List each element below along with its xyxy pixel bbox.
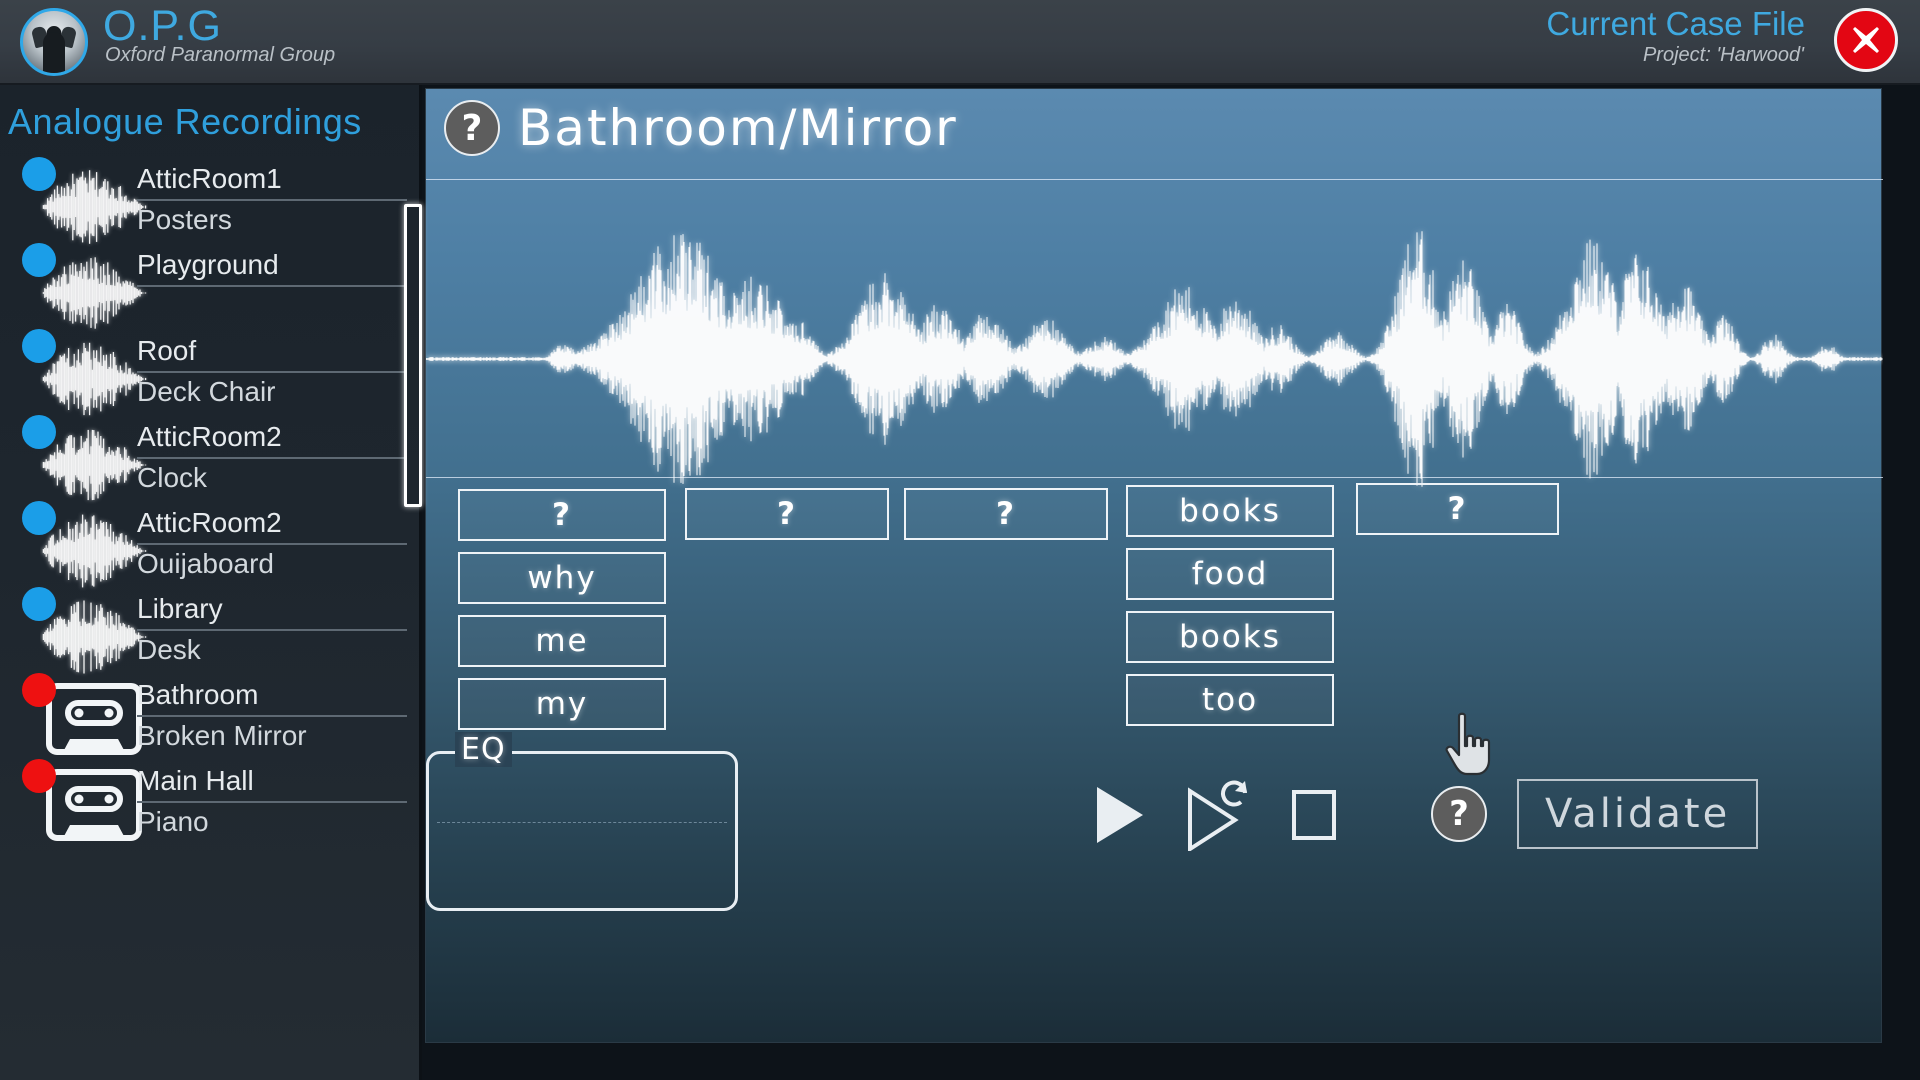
sidebar: Analogue Recordings AtticRoom1 Posters Pl… (0, 85, 422, 1080)
close-x-icon (1853, 27, 1879, 53)
word-column-3: ? (904, 488, 1108, 551)
close-button[interactable] (1834, 8, 1898, 72)
word-button[interactable]: too (1126, 674, 1334, 726)
eq-box[interactable]: EQ (426, 732, 738, 911)
cassette-icon (46, 683, 142, 755)
play-loop-icon[interactable] (1185, 779, 1251, 851)
ghost-hands-logo-icon (20, 8, 88, 76)
status-indicator-red (22, 673, 56, 707)
cassette-icon (46, 769, 142, 841)
validate-button[interactable]: Validate (1517, 779, 1759, 849)
word-column-5: ? (1356, 483, 1559, 546)
recording-title: Roof (137, 333, 407, 373)
recording-list-item[interactable]: AtticRoom2 Ouijaboard (0, 501, 419, 588)
transport-controls (1091, 779, 1339, 851)
stop-icon[interactable] (1289, 787, 1339, 843)
status-indicator-blue (22, 157, 56, 191)
recording-subtitle: Deck Chair (137, 376, 276, 407)
recording-title: AtticRoom1 (137, 161, 407, 201)
case-file-title: Current Case File (1546, 5, 1805, 42)
recording-subtitle: Posters (137, 204, 232, 235)
top-bar: O.P.G Oxford Paranormal Group Current Ca… (0, 0, 1920, 85)
recording-list-item[interactable]: AtticRoom2 Clock (0, 415, 419, 501)
word-column-1: ? why me my (458, 489, 666, 741)
recording-subtitle: Clock (137, 462, 208, 493)
validate-row: ? Validate (1431, 779, 1759, 849)
recording-title: Playground (137, 247, 407, 287)
word-button[interactable]: me (458, 615, 666, 667)
recording-list-item[interactable]: Main Hall Piano (0, 759, 419, 845)
status-indicator-red (22, 759, 56, 793)
word-button[interactable]: food (1126, 548, 1334, 600)
recording-labels: Playground (137, 247, 417, 287)
brand-subtitle: Oxford Paranormal Group (105, 44, 336, 66)
word-button[interactable]: books (1126, 611, 1334, 663)
recording-labels: Bathroom Broken Mirror (137, 677, 417, 755)
status-indicator-blue (22, 415, 56, 449)
status-indicator-blue (22, 243, 56, 277)
word-column-2: ? (685, 488, 889, 551)
recording-list-item[interactable]: AtticRoom1 Posters (0, 157, 419, 244)
status-indicator-blue (22, 501, 56, 535)
recording-title: Main Hall (137, 763, 407, 803)
playhead-handle[interactable] (404, 204, 422, 507)
main-panel: ? Bathroom/Mirror ? why me my ? ? books food… (404, 88, 1883, 1043)
word-button[interactable]: why (458, 552, 666, 604)
status-indicator-blue (22, 587, 56, 621)
word-button[interactable]: ? (1356, 483, 1559, 535)
word-button[interactable]: my (458, 678, 666, 730)
recording-list-item[interactable]: Roof Deck Chair (0, 329, 419, 416)
waveform-icon (42, 170, 147, 244)
recording-labels: AtticRoom2 Clock (137, 419, 417, 497)
play-icon[interactable] (1091, 783, 1147, 847)
recording-subtitle: Desk (137, 634, 201, 665)
panel-header: ? Bathroom/Mirror (444, 99, 958, 157)
recording-labels: Main Hall Piano (137, 763, 417, 841)
recording-list: AtticRoom1 Posters Playground Roof Deck Ch… (0, 157, 419, 845)
word-button[interactable]: ? (904, 488, 1108, 540)
recording-title: AtticRoom2 (137, 419, 407, 459)
recording-labels: Library Desk (137, 591, 417, 669)
recording-list-item[interactable]: Library Desk (0, 587, 419, 674)
recording-list-item[interactable]: Playground (0, 243, 419, 329)
recording-labels: Roof Deck Chair (137, 333, 417, 411)
word-column-4: books food books too (1126, 485, 1334, 737)
recording-labels: AtticRoom1 Posters (137, 161, 417, 239)
recording-subtitle: Piano (137, 806, 209, 837)
waveform-icon (42, 600, 147, 674)
status-indicator-blue (22, 329, 56, 363)
recording-subtitle: Broken Mirror (137, 720, 307, 751)
word-button[interactable]: ? (685, 488, 889, 540)
waveform-icon (42, 257, 147, 329)
eq-midline (437, 822, 727, 823)
case-file-project: Project: 'Harwood' (1642, 44, 1804, 66)
question-mark-icon[interactable]: ? (1431, 786, 1487, 842)
waveform-icon (42, 342, 147, 416)
sidebar-heading: Analogue Recordings (8, 101, 362, 142)
recording-title: AtticRoom2 (137, 505, 407, 545)
recording-labels: AtticRoom2 Ouijaboard (137, 505, 417, 583)
eq-label: EQ (455, 732, 512, 767)
page-title: Bathroom/Mirror (518, 99, 958, 157)
waveform-icon (42, 429, 147, 501)
question-mark-icon[interactable]: ? (444, 100, 500, 156)
recording-subtitle: Ouijaboard (137, 548, 274, 579)
recording-title: Library (137, 591, 407, 631)
app-root: O.P.G Oxford Paranormal Group Current Ca… (0, 0, 1920, 1080)
word-button[interactable]: ? (458, 489, 666, 541)
word-button[interactable]: books (1126, 485, 1334, 537)
waveform-icon (42, 514, 147, 588)
recording-list-item[interactable]: Bathroom Broken Mirror (0, 673, 419, 759)
recording-title: Bathroom (137, 677, 407, 717)
